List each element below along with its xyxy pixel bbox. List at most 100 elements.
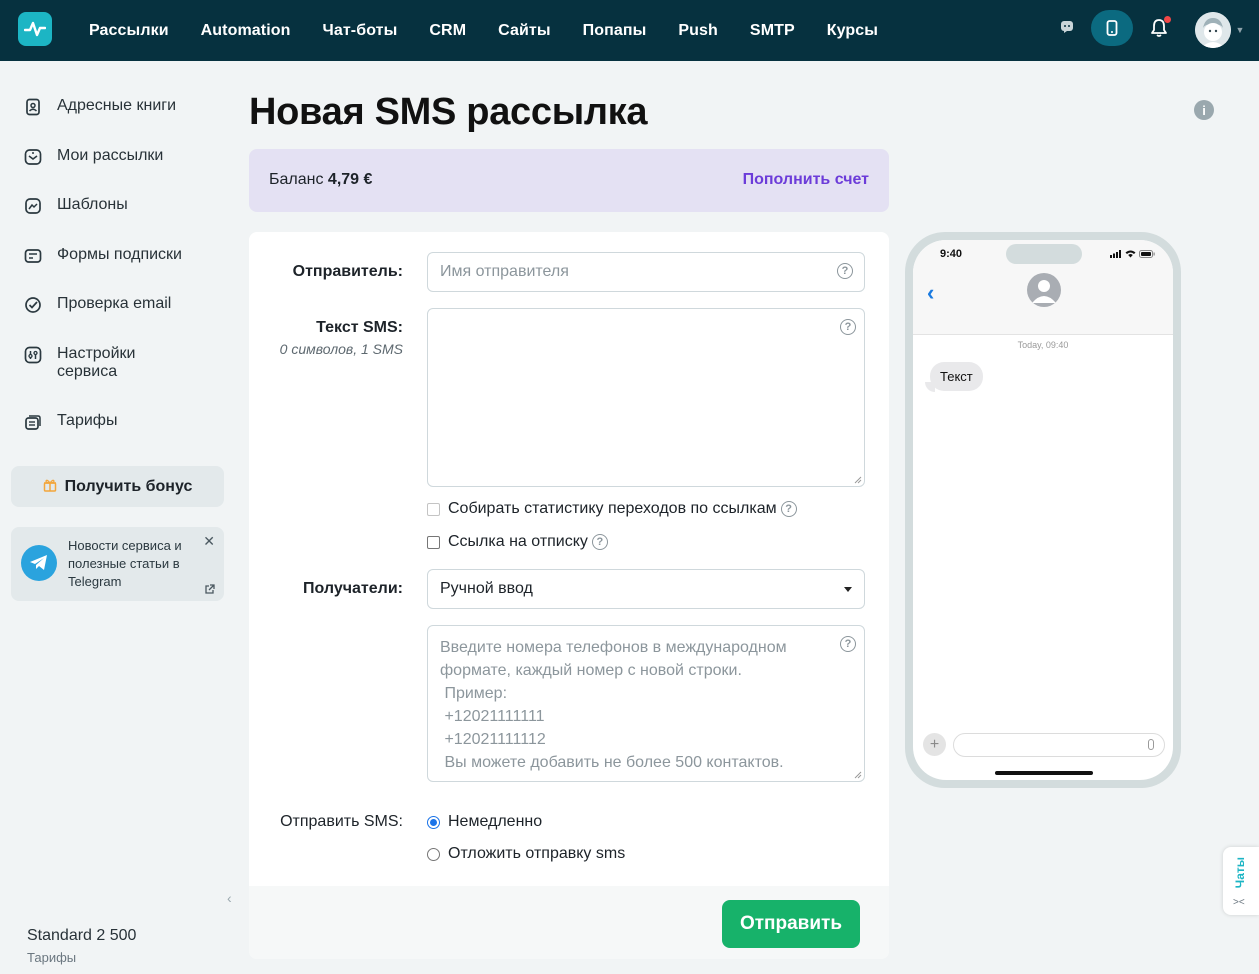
resize-handle-icon[interactable] (854, 476, 862, 484)
battery-icon (1139, 250, 1155, 258)
plan-name: Standard 2 500 (27, 927, 137, 944)
nav-chatbots[interactable]: Чат-боты (323, 22, 398, 40)
balance-label: Баланс (269, 171, 324, 188)
back-chevron-icon[interactable]: ‹ (927, 280, 934, 306)
chevron-down-icon[interactable]: ▼ (1235, 25, 1245, 35)
plus-icon: + (923, 733, 946, 756)
sidebar-item-templates[interactable]: Шаблоны (24, 196, 128, 215)
phone-numbers-placeholder: Введите номера телефонов в международном… (440, 639, 787, 771)
user-avatar[interactable] (1195, 12, 1231, 48)
unsubscribe-checkbox-row[interactable]: Ссылка на отписку ? (427, 533, 608, 551)
nav-mailings[interactable]: Рассылки (89, 22, 169, 40)
send-later-radio[interactable] (427, 847, 440, 861)
nav-smtp[interactable]: SMTP (750, 22, 795, 40)
phone-clock: 9:40 (940, 248, 963, 260)
close-icon[interactable]: ✕ (203, 533, 215, 550)
sidebar-item-tariffs[interactable]: Тарифы (24, 412, 117, 431)
balance-text: Баланс 4,79 € (269, 171, 372, 189)
collapse-sidebar-icon[interactable]: ‹ (227, 890, 232, 906)
sidebar-item-subscription-forms[interactable]: Формы подписки (24, 246, 182, 265)
balance-banner: Баланс 4,79 € Пополнить счет (249, 149, 889, 212)
sidebar-item-label: Тарифы (57, 412, 118, 429)
messages-header: 9:40 ‹ (913, 240, 1173, 335)
chats-widget-tab[interactable]: Чаты >< (1223, 847, 1259, 915)
external-link-icon[interactable] (204, 582, 215, 594)
sendpulse-logo-icon[interactable] (18, 12, 52, 46)
get-bonus-button[interactable]: Получить бонус (11, 466, 224, 507)
help-icon[interactable]: ? (840, 319, 856, 335)
notifications-bell-icon[interactable] (1149, 16, 1171, 39)
nav-crm[interactable]: CRM (429, 22, 466, 40)
sidebar-item-label: Адресные книги (57, 97, 177, 114)
telegram-news-card[interactable]: Новости сервиса и полезные статьи в Tele… (11, 527, 224, 601)
nav-sites[interactable]: Сайты (498, 22, 550, 40)
phone-preview: 9:40 ‹ Today, 09:40 Текст + (905, 232, 1181, 788)
balance-amount: 4,79 € (327, 171, 373, 188)
phone-status-icons (1110, 250, 1155, 258)
recipients-label: Получатели: (303, 580, 403, 597)
settings-icon (24, 346, 42, 364)
sidebar-item-address-books[interactable]: Адресные книги (24, 97, 176, 116)
tariffs-icon (24, 413, 42, 431)
sidebar: Адресные книги Мои рассылки Шаблоны Форм… (0, 61, 236, 974)
wifi-icon (1125, 250, 1136, 258)
sidebar-item-label: Шаблоны (57, 196, 128, 213)
sms-char-counter: 0 символов, 1 SMS (279, 341, 403, 357)
microphone-icon (1148, 739, 1154, 750)
chats-label: Чаты (1233, 857, 1247, 889)
chat-icon[interactable] (1059, 19, 1075, 35)
unsubscribe-link-label: Ссылка на отписку (448, 533, 588, 550)
sidebar-item-service-settings[interactable]: Настройки сервиса (24, 345, 135, 381)
home-indicator (995, 771, 1093, 775)
page-title: Новая SMS рассылка (249, 91, 648, 133)
plan-tariffs-link[interactable]: Тарифы (27, 950, 76, 965)
phone-numbers-textarea[interactable]: Введите номера телефонов в международном… (427, 625, 865, 782)
message-input-preview (953, 733, 1165, 757)
nav-push[interactable]: Push (678, 22, 718, 40)
sms-text-area[interactable]: ? (427, 308, 865, 487)
sender-label: Отправитель: (292, 263, 403, 280)
contact-avatar-icon (1027, 273, 1061, 307)
main-nav: Рассылки Automation Чат-боты CRM Сайты П… (89, 0, 910, 61)
recipients-select[interactable]: Ручной ввод (427, 569, 865, 609)
gift-icon (43, 478, 57, 496)
send-later-label: Отложить отправку sms (448, 845, 626, 862)
nav-popups[interactable]: Попапы (583, 22, 647, 40)
signal-icon (1110, 250, 1121, 258)
help-icon[interactable]: ? (837, 263, 853, 279)
mailings-icon (24, 148, 42, 166)
help-icon[interactable]: ? (840, 636, 856, 652)
nav-courses[interactable]: Курсы (827, 22, 878, 40)
send-now-radio-row[interactable]: Немедленно (427, 813, 542, 831)
send-sms-label: Отправить SMS: (280, 813, 403, 830)
sms-phone-button[interactable] (1091, 10, 1133, 46)
templates-icon (24, 197, 42, 215)
sidebar-item-my-mailings[interactable]: Мои рассылки (24, 147, 163, 166)
sender-placeholder: Имя отправителя (440, 263, 569, 280)
get-bonus-label: Получить бонус (64, 477, 193, 495)
subscription-forms-icon (24, 247, 42, 265)
dynamic-island (1006, 244, 1082, 264)
resize-handle-icon[interactable] (854, 771, 862, 779)
email-check-icon (24, 296, 42, 314)
send-now-radio[interactable] (427, 815, 440, 829)
help-icon[interactable]: ? (591, 534, 608, 550)
sidebar-item-label: Формы подписки (57, 246, 182, 263)
send-button[interactable]: Отправить (722, 900, 860, 948)
recipients-selected-value: Ручной ввод (440, 580, 533, 597)
sidebar-item-email-verification[interactable]: Проверка email (24, 295, 171, 314)
track-links-checkbox[interactable] (427, 502, 440, 516)
nav-automation[interactable]: Automation (201, 22, 291, 40)
help-icon[interactable]: ? (780, 501, 797, 517)
top-up-link[interactable]: Пополнить счет (743, 171, 869, 189)
chevron-down-icon (844, 587, 852, 592)
send-later-radio-row[interactable]: Отложить отправку sms (427, 845, 625, 863)
collapse-arrows-icon: >< (1233, 897, 1245, 908)
info-icon[interactable]: i (1194, 100, 1214, 120)
phone-screen: 9:40 ‹ Today, 09:40 Текст + (913, 240, 1173, 780)
sidebar-item-label: Проверка email (57, 295, 172, 312)
sender-name-input[interactable]: Имя отправителя ? (427, 252, 865, 292)
unsubscribe-link-checkbox[interactable] (427, 535, 440, 549)
track-links-checkbox-row[interactable]: Собирать статистику переходов по ссылкам… (427, 500, 797, 518)
address-book-icon (24, 98, 42, 116)
